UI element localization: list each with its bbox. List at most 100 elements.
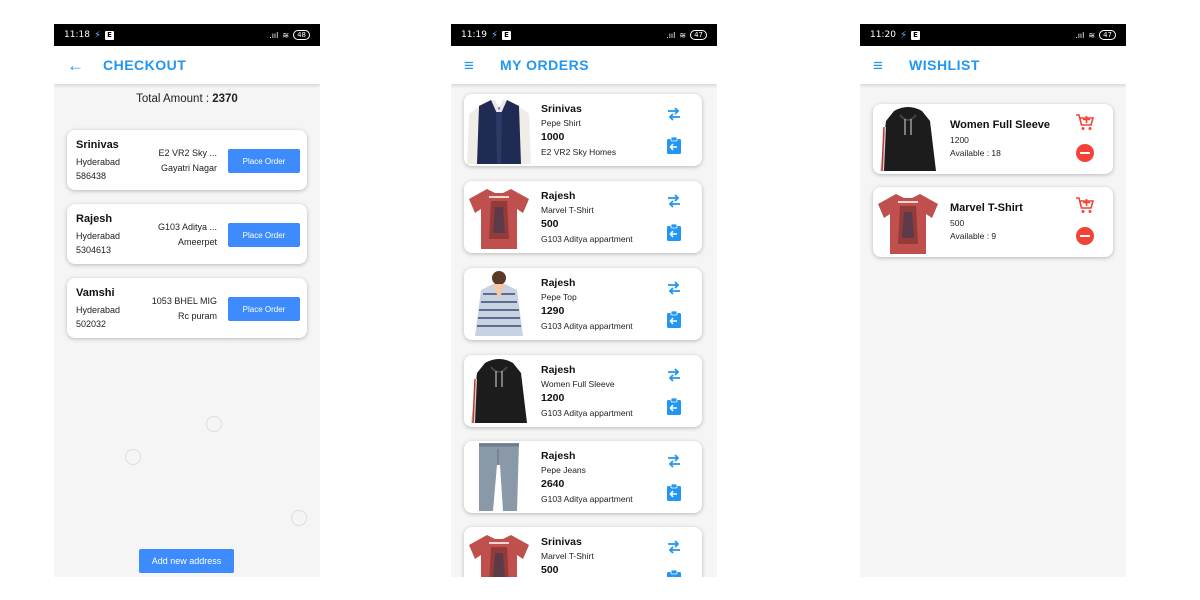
tshirt-image xyxy=(465,183,533,251)
hoodie-image xyxy=(465,357,533,425)
wishlist-item[interactable]: Marvel T-Shirt 500 Available : 9 xyxy=(873,187,1113,257)
place-order-button[interactable]: Place Order xyxy=(228,297,300,321)
battery-indicator: 48 xyxy=(293,30,310,40)
signal-icon: .ııl xyxy=(1075,30,1085,40)
add-new-address-button[interactable]: Add new address xyxy=(139,549,234,573)
order-card[interactable]: Srinivas Pepe Shirt 1000 E2 VR2 Sky Home… xyxy=(464,94,702,166)
swap-icon[interactable] xyxy=(666,106,682,122)
battery-indicator: 47 xyxy=(690,30,707,40)
address-card: Srinivas Hyderabad 586438 E2 VR2 Sky ...… xyxy=(67,130,307,190)
address-line1: G103 Aditya ... xyxy=(157,222,217,232)
page-title: MY ORDERS xyxy=(500,57,590,73)
back-arrow-icon[interactable]: ← xyxy=(67,57,91,74)
wishlist-screen: 11:20 ⚡ E .ııl ≋ 47 ≡ WISHLIST Women Full Sl… xyxy=(860,24,1126,577)
address-card: Rajesh Hyderabad 5304613 G103 Aditya ...… xyxy=(67,204,307,264)
order-card[interactable]: Srinivas Marvel T-Shirt 500 xyxy=(464,527,702,577)
order-customer: Srinivas xyxy=(541,536,582,548)
swap-icon[interactable] xyxy=(666,453,682,469)
wishlist-availability: Available : 9 xyxy=(950,231,997,241)
signal-icon: .ııl xyxy=(666,30,676,40)
checkout-screen: 11:18 ⚡ E .ııl ≋ 48 ← CHECKOUT Total Amount … xyxy=(54,24,320,577)
signal-icon: .ııl xyxy=(269,30,279,40)
order-customer: Rajesh xyxy=(541,277,576,289)
wishlist-price: 1200 xyxy=(950,135,969,145)
battery-indicator: 47 xyxy=(1099,30,1116,40)
touch-ripple xyxy=(206,416,222,432)
page-title: CHECKOUT xyxy=(103,57,187,73)
total-amount: Total Amount : 2370 xyxy=(54,93,320,105)
wifi-icon: ≋ xyxy=(679,30,687,40)
wifi-icon: ≋ xyxy=(282,30,290,40)
wifi-icon: ≋ xyxy=(1088,30,1096,40)
status-bar: 11:18 ⚡ E .ııl ≋ 48 xyxy=(54,24,320,46)
status-time: 11:19 xyxy=(461,30,487,40)
place-order-button[interactable]: Place Order xyxy=(228,223,300,247)
place-order-button[interactable]: Place Order xyxy=(228,149,300,173)
tshirt-image xyxy=(874,188,942,256)
order-product: Pepe Top xyxy=(541,292,577,302)
remove-icon[interactable] xyxy=(1076,227,1094,245)
return-order-icon[interactable] xyxy=(666,223,682,241)
app-bar: ≡ WISHLIST xyxy=(860,46,1126,84)
return-order-icon[interactable] xyxy=(666,136,682,154)
total-label: Total Amount : xyxy=(136,93,213,105)
touch-ripple xyxy=(125,449,141,465)
wishlist-product-name: Marvel T-Shirt xyxy=(950,202,1023,214)
order-card[interactable]: Rajesh Pepe Top 1290 G103 Aditya appartm… xyxy=(464,268,702,340)
order-price: 500 xyxy=(541,564,559,576)
order-product: Marvel T-Shirt xyxy=(541,551,594,561)
total-value: 2370 xyxy=(212,93,238,105)
return-order-icon[interactable] xyxy=(666,397,682,415)
order-address: G103 Aditya appartment xyxy=(541,408,633,418)
status-time: 11:20 xyxy=(870,30,896,40)
order-customer: Rajesh xyxy=(541,450,576,462)
tshirt-image xyxy=(465,529,533,577)
order-card[interactable]: Rajesh Pepe Jeans 2640 G103 Aditya appar… xyxy=(464,441,702,513)
address-pin: 502032 xyxy=(76,319,107,329)
app-notification-icon: E xyxy=(910,30,920,40)
hoodie-image xyxy=(874,105,942,173)
menu-icon[interactable]: ≡ xyxy=(873,57,897,74)
address-card: Vamshi Hyderabad 502032 1053 BHEL MIG Rc… xyxy=(67,278,307,338)
order-card[interactable]: Rajesh Marvel T-Shirt 500 G103 Aditya ap… xyxy=(464,181,702,253)
charging-icon: ⚡ xyxy=(93,29,101,41)
remove-icon[interactable] xyxy=(1076,144,1094,162)
order-price: 500 xyxy=(541,218,559,230)
return-order-icon[interactable] xyxy=(666,310,682,328)
order-price: 1290 xyxy=(541,305,565,317)
add-to-cart-icon[interactable] xyxy=(1075,113,1095,131)
address-pin: 5304613 xyxy=(76,245,112,255)
return-order-icon[interactable] xyxy=(666,569,682,577)
add-to-cart-icon[interactable] xyxy=(1075,196,1095,214)
order-customer: Srinivas xyxy=(541,103,582,115)
address-line2: Gayatri Nagar xyxy=(160,163,217,173)
wishlist-availability: Available : 18 xyxy=(950,148,1001,158)
wishlist-product-name: Women Full Sleeve xyxy=(950,119,1051,131)
touch-ripple xyxy=(291,510,307,526)
app-bar: ← CHECKOUT xyxy=(54,46,320,84)
swap-icon[interactable] xyxy=(666,193,682,209)
order-customer: Rajesh xyxy=(541,364,576,376)
menu-icon[interactable]: ≡ xyxy=(464,57,488,74)
order-address: G103 Aditya appartment xyxy=(541,321,633,331)
app-notification-icon: E xyxy=(501,30,511,40)
swap-icon[interactable] xyxy=(666,539,682,555)
app-notification-icon: E xyxy=(104,30,114,40)
wishlist-item[interactable]: Women Full Sleeve 1200 Available : 18 xyxy=(873,104,1113,174)
swap-icon[interactable] xyxy=(666,280,682,296)
status-time: 11:18 xyxy=(64,30,90,40)
order-price: 2640 xyxy=(541,478,565,490)
order-card[interactable]: Rajesh Women Full Sleeve 1200 G103 Adity… xyxy=(464,355,702,427)
order-product: Marvel T-Shirt xyxy=(541,205,594,215)
return-order-icon[interactable] xyxy=(666,483,682,501)
jeans-image xyxy=(465,443,533,511)
address-pin: 586438 xyxy=(76,171,107,181)
charging-icon: ⚡ xyxy=(490,29,498,41)
shirt-image xyxy=(465,96,533,164)
address-city: Hyderabad xyxy=(76,157,121,167)
swap-icon[interactable] xyxy=(666,367,682,383)
order-customer: Rajesh xyxy=(541,190,576,202)
app-bar: ≡ MY ORDERS xyxy=(451,46,717,84)
order-price: 1200 xyxy=(541,392,565,404)
address-name: Rajesh xyxy=(76,213,113,225)
